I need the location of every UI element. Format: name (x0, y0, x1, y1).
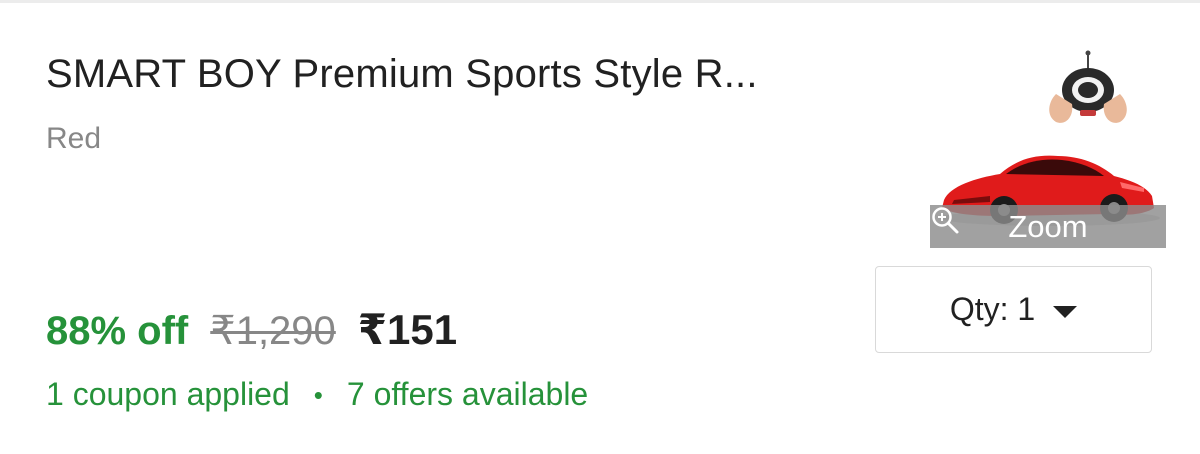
product-image[interactable]: Zoom (930, 50, 1166, 250)
zoom-label: Zoom (1008, 208, 1088, 244)
offers-row: 1 coupon applied • 7 offers available (46, 376, 588, 413)
product-title[interactable]: SMART BOY Premium Sports Style R... (46, 50, 758, 98)
final-price: ₹151 (357, 306, 458, 353)
original-price: ₹1,290 (210, 309, 336, 353)
quantity-dropdown[interactable]: Qty: 1 (875, 266, 1152, 353)
zoom-button[interactable]: Zoom (930, 205, 1166, 248)
coupon-applied-link[interactable]: 1 coupon applied (46, 376, 290, 413)
separator-dot: • (313, 379, 323, 410)
top-divider (0, 0, 1200, 3)
remote-controller-icon (1049, 50, 1127, 123)
chevron-down-icon (1053, 305, 1078, 318)
product-variant: Red (46, 122, 102, 155)
offers-available-link[interactable]: 7 offers available (347, 376, 588, 413)
quantity-label: Qty: 1 (949, 291, 1036, 327)
price-row: 88% off ₹1,290 ₹151 (46, 305, 457, 354)
zoom-in-icon (932, 207, 959, 234)
discount-percent: 88% off (46, 309, 189, 353)
